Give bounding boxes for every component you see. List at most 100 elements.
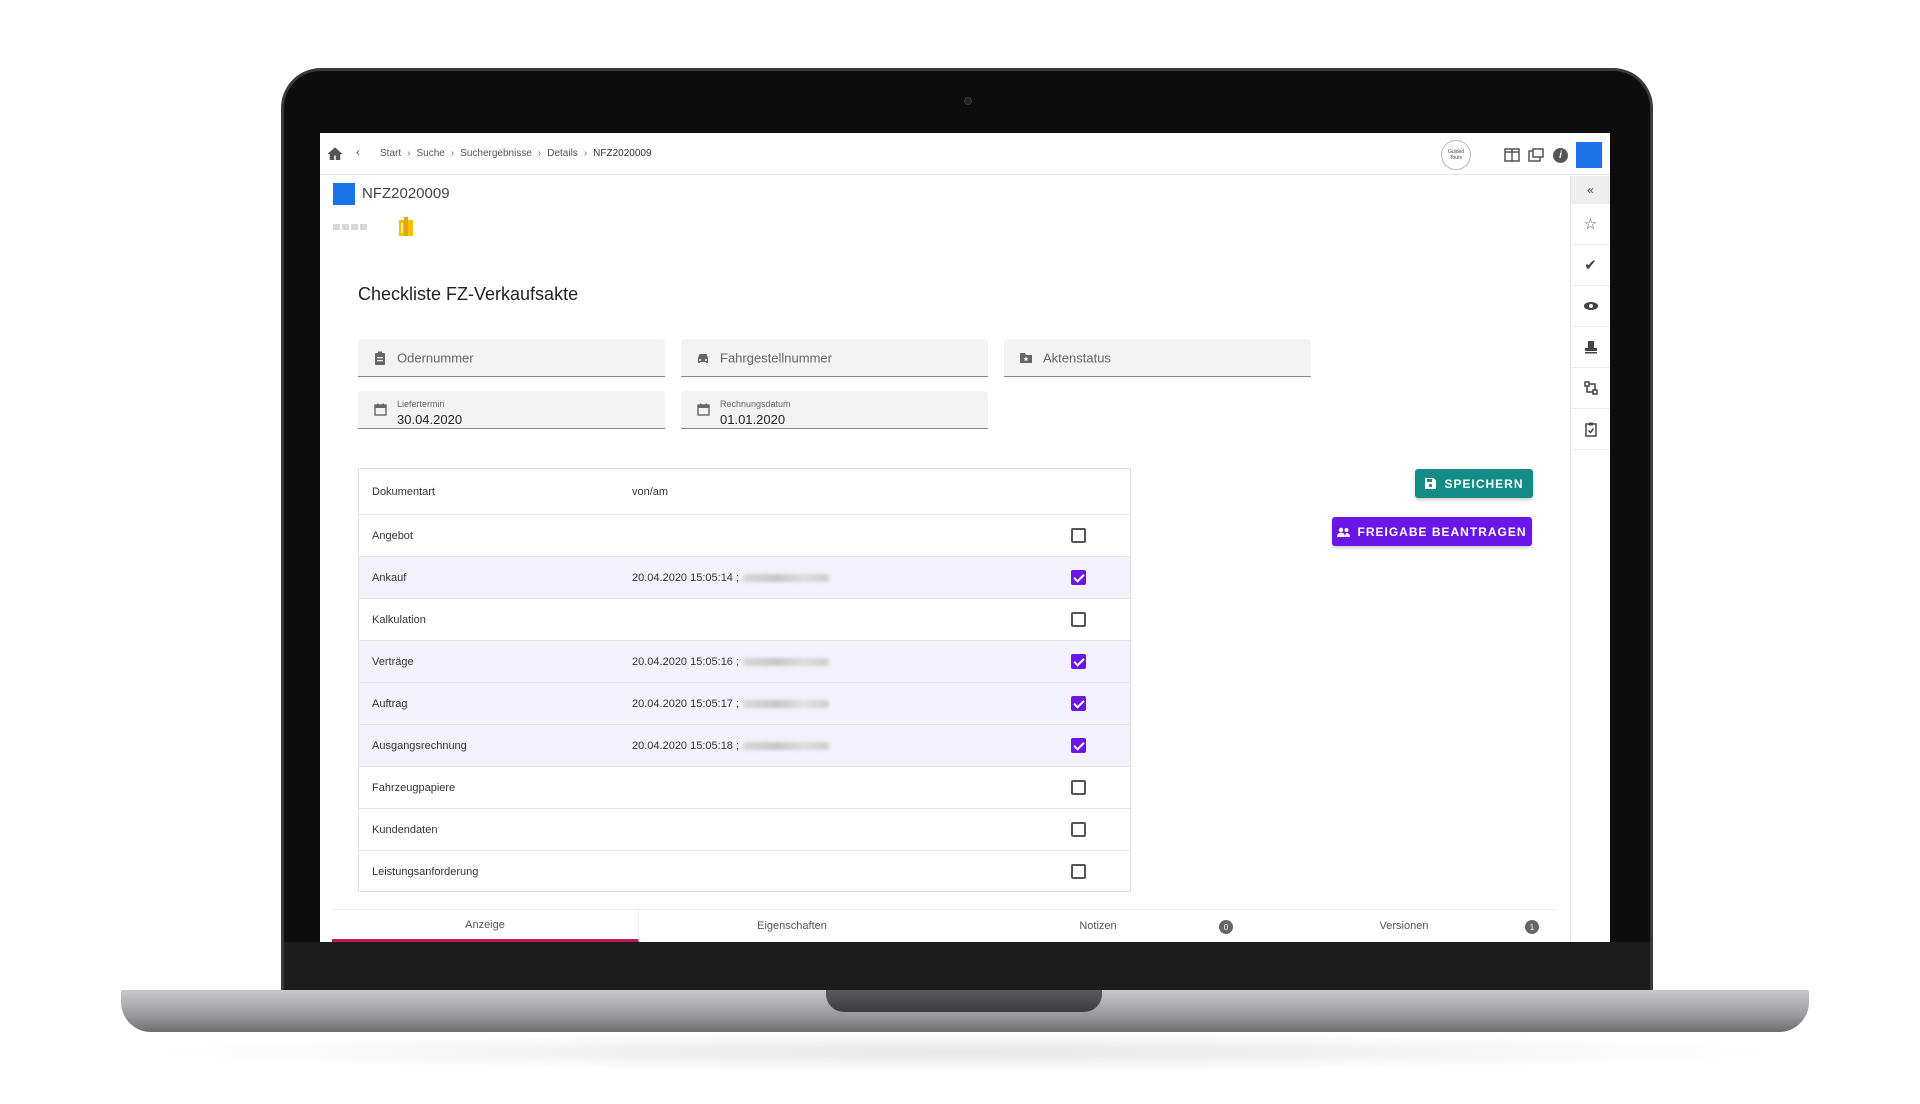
row-checkbox[interactable] xyxy=(1071,654,1086,669)
document-type-logo xyxy=(333,183,355,205)
order-number-placeholder: Odernummer xyxy=(397,350,474,365)
guided-tour-button[interactable]: Guided Tours xyxy=(1441,140,1471,170)
column-header-document-type: Dokumentart xyxy=(372,485,435,498)
file-status-field[interactable]: Aktenstatus xyxy=(1004,339,1311,377)
tab-properties[interactable]: Eigenschaften xyxy=(639,910,945,942)
home-icon[interactable] xyxy=(326,145,344,163)
split-view-icon[interactable] xyxy=(1503,146,1521,164)
invoice-date-value: 01.01.2020 xyxy=(720,412,786,427)
info-icon[interactable]: i xyxy=(1553,147,1568,163)
column-header-by-on: von/am xyxy=(632,485,669,498)
row-checkbox[interactable] xyxy=(1071,738,1086,753)
collapse-sidebar-icon[interactable]: « xyxy=(1571,176,1610,204)
invoice-date-label: Rechnungsdatum xyxy=(720,399,791,409)
top-bar: ‹ Start › Suche › Suchergebnisse › Detai… xyxy=(320,133,1610,175)
calendar-icon xyxy=(695,402,711,418)
delivery-date-label: Liefertermin xyxy=(397,399,445,409)
table-row: Fahrzeugpapiere xyxy=(359,767,1130,809)
laptop-notch xyxy=(826,990,1102,1012)
order-number-field[interactable]: Odernummer xyxy=(358,339,665,377)
table-row: Auftrag 20.04.2020 15:05:17 ; xyxy=(359,683,1130,725)
right-sidebar: « ☆ ✔ xyxy=(1570,176,1610,942)
breadcrumb-separator-icon: › xyxy=(407,148,411,159)
by-on-cell: 20.04.2020 15:05:18 ; xyxy=(632,739,830,752)
row-checkbox[interactable] xyxy=(1071,864,1086,879)
row-checkbox[interactable] xyxy=(1071,612,1086,627)
checklist-clipboard-icon[interactable] xyxy=(1571,409,1610,450)
tab-versions[interactable]: Versionen 1 xyxy=(1251,910,1557,942)
by-on-cell: 20.04.2020 15:05:14 ; xyxy=(632,571,830,584)
breadcrumb-current: NFZ2020009 xyxy=(593,148,652,159)
checklist-table: Dokumentart von/am Angebot Ankauf 20.04.20… xyxy=(358,468,1131,892)
document-type-cell: Ankauf xyxy=(372,571,407,584)
group-icon xyxy=(1337,525,1351,538)
request-release-button[interactable]: FREIGABE BEANTRAGEN xyxy=(1332,517,1532,546)
row-checkbox[interactable] xyxy=(1071,696,1086,711)
file-status-placeholder: Aktenstatus xyxy=(1043,350,1111,365)
breadcrumb-separator-icon: › xyxy=(450,148,455,159)
breadcrumb-start[interactable]: Start xyxy=(380,148,401,159)
row-checkbox[interactable] xyxy=(1071,528,1086,543)
table-row: Ausgangsrechnung 20.04.2020 15:05:18 ; xyxy=(359,725,1130,767)
document-type-cell: Angebot xyxy=(372,529,413,542)
delivery-date-field[interactable]: Liefertermin 30.04.2020 xyxy=(358,391,665,429)
folder-status-icon[interactable] xyxy=(398,217,414,237)
document-type-cell: Auftrag xyxy=(372,697,408,710)
breadcrumb-details[interactable]: Details xyxy=(547,148,578,159)
document-title: NFZ2020009 xyxy=(362,185,450,202)
tab-label: Anzeige xyxy=(465,918,505,931)
new-window-icon[interactable] xyxy=(1527,146,1545,164)
calendar-icon xyxy=(372,402,388,418)
by-on-cell: 20.04.2020 15:05:17 ; xyxy=(632,698,830,710)
table-row: Leistungsanforderung xyxy=(359,851,1130,891)
check-icon[interactable]: ✔ xyxy=(1571,245,1610,286)
notes-count-badge: 0 xyxy=(1219,920,1233,934)
webcam xyxy=(964,97,972,105)
redacted-user-name xyxy=(743,573,830,582)
breadcrumb-separator-icon: › xyxy=(537,148,542,159)
by-on-cell: 20.04.2020 15:05:16 ; xyxy=(632,655,830,668)
favorite-star-icon[interactable]: ☆ xyxy=(1571,204,1610,245)
vin-field[interactable]: Fahrgestellnummer xyxy=(681,339,988,377)
breadcrumb-results[interactable]: Suchergebnisse xyxy=(460,148,532,159)
document-progress-dots xyxy=(333,224,369,230)
laptop-bezel xyxy=(284,942,1650,992)
save-button[interactable]: SPEICHERN xyxy=(1415,469,1533,498)
breadcrumb: Start › Suche › Suchergebnisse › Details… xyxy=(380,148,652,159)
breadcrumb-search[interactable]: Suche xyxy=(416,148,444,159)
document-type-cell: Verträge xyxy=(372,655,414,668)
document-type-cell: Ausgangsrechnung xyxy=(372,739,467,752)
document-type-cell: Kalkulation xyxy=(372,613,426,626)
clipboard-icon xyxy=(372,350,388,366)
user-avatar[interactable] xyxy=(1576,142,1602,168)
tab-label: Notizen xyxy=(1079,920,1117,932)
timestamp-text: 20.04.2020 15:05:16 ; xyxy=(632,655,740,668)
table-row: Kundendaten xyxy=(359,809,1130,851)
redacted-user-name xyxy=(743,741,830,750)
versions-count-badge: 1 xyxy=(1525,920,1539,934)
table-header: Dokumentart von/am xyxy=(359,469,1130,515)
topbar-actions: Guided Tours i xyxy=(1441,140,1602,170)
folder-star-icon xyxy=(1018,350,1034,366)
row-checkbox[interactable] xyxy=(1071,780,1086,795)
tab-display[interactable]: Anzeige xyxy=(332,910,639,942)
eye-icon[interactable] xyxy=(1571,286,1610,327)
timestamp-text: 20.04.2020 15:05:14 ; xyxy=(632,571,740,584)
tab-notes[interactable]: Notizen 0 xyxy=(945,910,1251,942)
section-title: Checkliste FZ-Verkaufsakte xyxy=(358,284,579,304)
back-chevron-icon[interactable]: ‹ xyxy=(356,145,360,159)
timestamp-text: 20.04.2020 15:05:18 ; xyxy=(632,739,740,752)
breadcrumb-separator-icon: › xyxy=(583,148,588,159)
tab-label: Eigenschaften xyxy=(757,920,827,932)
workflow-icon[interactable] xyxy=(1571,368,1610,409)
stamp-icon[interactable] xyxy=(1571,327,1610,368)
invoice-date-field[interactable]: Rechnungsdatum 01.01.2020 xyxy=(681,391,988,429)
row-checkbox[interactable] xyxy=(1071,570,1086,585)
table-row: Ankauf 20.04.2020 15:05:14 ; xyxy=(359,557,1130,599)
redacted-user-name xyxy=(743,657,830,666)
floppy-disk-icon xyxy=(1424,477,1437,490)
vin-placeholder: Fahrgestellnummer xyxy=(720,350,832,365)
car-icon xyxy=(695,350,711,366)
redacted-user-name xyxy=(743,699,830,708)
row-checkbox[interactable] xyxy=(1071,822,1086,837)
